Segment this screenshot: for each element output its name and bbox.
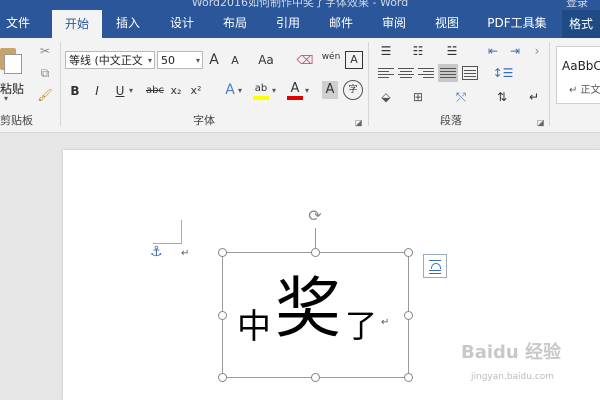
- resize-handle[interactable]: [218, 311, 227, 320]
- tab-review[interactable]: 审阅: [372, 12, 416, 34]
- group-divider: [549, 42, 550, 126]
- chevron-down-icon[interactable]: ▾: [238, 86, 242, 95]
- resize-handle[interactable]: [218, 373, 227, 382]
- chevron-down-icon: ▾: [195, 56, 200, 65]
- subscript-button[interactable]: x₂: [168, 82, 184, 100]
- increase-indent-icon[interactable]: ⇥: [506, 42, 524, 60]
- style-normal-tile[interactable]: AaBbC ↵ 正文: [556, 46, 600, 104]
- paragraph-group-label: 段落: [440, 114, 462, 127]
- enclose-characters-button[interactable]: 字: [343, 80, 363, 100]
- rotate-handle-stem: [315, 228, 316, 248]
- window-title: Word2016如何制作中奖了字体效果 - Word: [191, 0, 409, 8]
- numbering-icon[interactable]: ☷: [408, 42, 428, 60]
- superscript-button[interactable]: x²: [188, 82, 204, 100]
- resize-handle[interactable]: [404, 373, 413, 382]
- tab-view[interactable]: 视图: [425, 12, 469, 34]
- borders-icon[interactable]: ⊞: [408, 88, 428, 106]
- resize-handle[interactable]: [404, 248, 413, 257]
- clipboard-group-label: 剪贴板: [0, 114, 33, 127]
- italic-button[interactable]: I: [90, 82, 104, 100]
- style-preview-text: AaBbC: [562, 59, 600, 73]
- paragraph-dialog-launcher-icon[interactable]: ◪: [537, 118, 545, 127]
- tab-design[interactable]: 设计: [160, 12, 204, 34]
- resize-handle[interactable]: [311, 373, 320, 382]
- line-spacing-icon[interactable]: ↕☰: [492, 64, 514, 82]
- font-size-combo[interactable]: 50 ▾: [157, 51, 203, 69]
- shading-icon[interactable]: ⬙: [376, 88, 396, 106]
- tab-format[interactable]: 格式: [562, 10, 600, 38]
- bullets-icon[interactable]: ☰: [376, 42, 396, 60]
- group-divider: [60, 42, 61, 126]
- shrink-font-button[interactable]: A: [227, 52, 243, 70]
- highlight-color-swatch: [253, 96, 269, 100]
- chevron-down-icon: ▾: [147, 56, 152, 65]
- chinese-layout-icon[interactable]: ⤲: [450, 88, 472, 106]
- paste-dropdown-icon[interactable]: ▾: [4, 94, 8, 103]
- chevron-right-icon[interactable]: ›: [530, 42, 544, 60]
- sort-icon[interactable]: ⇅: [492, 88, 512, 106]
- change-case-button[interactable]: Aa: [255, 51, 277, 69]
- font-dialog-launcher-icon[interactable]: ◪: [355, 118, 363, 127]
- watermark-url: jingyan.baidu.com: [471, 372, 555, 382]
- grow-font-button[interactable]: A: [206, 51, 222, 69]
- tab-pdf-tools[interactable]: PDF工具集: [478, 12, 556, 34]
- clear-formatting-icon[interactable]: ⌫: [296, 51, 314, 69]
- text-box-char-le: 了: [345, 307, 378, 345]
- character-shading-button[interactable]: A: [322, 81, 338, 99]
- font-color-swatch: [287, 96, 303, 100]
- align-center-icon[interactable]: [398, 66, 414, 80]
- resize-handle[interactable]: [218, 248, 227, 257]
- strikethrough-button[interactable]: abc: [144, 82, 166, 100]
- text-box-char-jiang: 奖: [275, 270, 341, 347]
- align-left-icon[interactable]: [378, 66, 394, 80]
- character-border-button[interactable]: A: [345, 51, 363, 69]
- style-name-label: ↵ 正文: [569, 85, 600, 96]
- ribbon: 粘贴 ▾ ✂ ⧉ 🖌 剪贴板 等线 (中文正文 ▾ 50 ▾ A A Aa ⌫ …: [0, 38, 600, 133]
- decrease-indent-icon[interactable]: ⇤: [484, 42, 502, 60]
- tab-file[interactable]: 文件: [0, 12, 36, 34]
- resize-handle[interactable]: [404, 311, 413, 320]
- anchor-icon[interactable]: ⚓: [150, 244, 163, 260]
- paste-icon[interactable]: [0, 44, 24, 74]
- underline-button[interactable]: U: [113, 82, 127, 100]
- justify-icon[interactable]: [438, 64, 458, 82]
- tab-insert[interactable]: 插入: [106, 12, 150, 34]
- chevron-down-icon[interactable]: ▾: [129, 86, 133, 95]
- resize-handle[interactable]: [311, 248, 320, 257]
- text-box[interactable]: 中 奖 了 ↵: [222, 252, 409, 378]
- paragraph-mark: ↵: [181, 248, 190, 259]
- title-bar: Word2016如何制作中奖了字体效果 - Word 登录 文件 开始 插入 设…: [0, 0, 600, 38]
- layout-options-icon[interactable]: [423, 254, 447, 278]
- tab-home[interactable]: 开始: [52, 10, 102, 38]
- tab-mailings[interactable]: 邮件: [319, 12, 363, 34]
- copy-icon[interactable]: ⧉: [36, 64, 54, 82]
- margin-marker: [181, 220, 182, 244]
- distributed-icon[interactable]: [462, 66, 478, 80]
- paragraph-mark: ↵: [381, 317, 390, 328]
- text-box-char-zhong: 中: [237, 307, 271, 347]
- bold-button[interactable]: B: [68, 82, 82, 100]
- font-group-label: 字体: [193, 114, 215, 127]
- font-size-value: 50: [161, 54, 175, 67]
- sign-in-link[interactable]: 登录: [566, 0, 588, 10]
- align-right-icon[interactable]: [418, 66, 434, 80]
- font-name-value: 等线 (中文正文: [69, 54, 143, 67]
- tab-layout[interactable]: 布局: [213, 12, 257, 34]
- chevron-down-icon[interactable]: ▾: [272, 86, 276, 95]
- document-page[interactable]: ⚓ ↵ ⟳ 中 奖 了 ↵ Baidu 经验 jingyan.baidu.com: [63, 150, 600, 400]
- font-name-combo[interactable]: 等线 (中文正文 ▾: [65, 51, 155, 69]
- phonetic-guide-button[interactable]: wén: [320, 48, 342, 66]
- format-painter-icon[interactable]: 🖌: [36, 86, 54, 104]
- rotate-handle-icon[interactable]: ⟳: [306, 207, 324, 225]
- watermark-brand: Baidu 经验: [461, 342, 562, 363]
- multilevel-list-icon[interactable]: ☱: [442, 42, 462, 60]
- cut-icon[interactable]: ✂: [36, 42, 54, 60]
- tab-references[interactable]: 引用: [266, 12, 310, 34]
- show-paragraph-marks-icon[interactable]: ↵: [526, 88, 542, 106]
- group-divider: [368, 42, 369, 126]
- text-effects-button[interactable]: A: [222, 81, 238, 99]
- chevron-down-icon[interactable]: ▾: [305, 86, 309, 95]
